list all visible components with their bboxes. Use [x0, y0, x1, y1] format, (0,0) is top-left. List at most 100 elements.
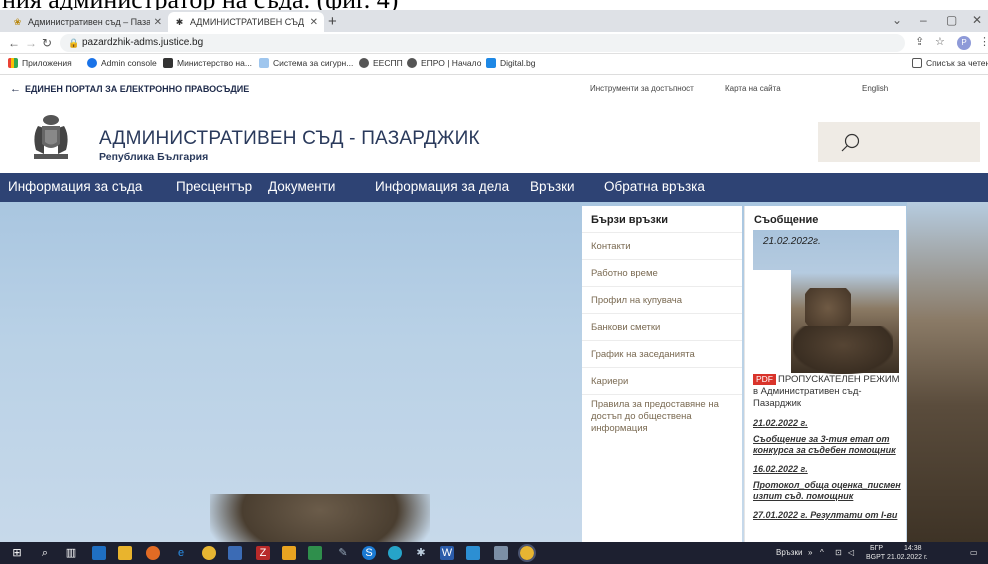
message-photo[interactable]: 21.02.2022г. — [753, 230, 899, 374]
quick-link-public-info-rules[interactable]: Правила за предоставяне на достъп до общ… — [582, 394, 742, 442]
reload-icon[interactable]: ↻ — [42, 36, 52, 50]
browser-tab-bar: ❀ Административен съд – Пазард ✕ ✱ АДМИН… — [0, 10, 988, 32]
nav-case-info[interactable]: Информация за дела — [375, 179, 509, 194]
sitemap-link[interactable]: Карта на сайта — [725, 84, 781, 93]
bookmark-ministry[interactable]: Министерство на... — [163, 58, 252, 68]
bookmark-label: Admin console — [101, 58, 157, 68]
statue-silhouette — [210, 494, 430, 542]
quick-link-hearing-schedule[interactable]: График на заседанията — [582, 340, 742, 367]
pdf-notice[interactable]: PDF ПРОПУСКАТЕЛЕН РЕЖИМ в Административен… — [753, 374, 903, 410]
coat-of-arms-logo[interactable] — [26, 114, 76, 162]
browser-tab-1[interactable]: ❀ Административен съд – Пазард ✕ — [6, 12, 168, 32]
portal-link[interactable]: ← ЕДИНЕН ПОРТАЛ ЗА ЕЛЕКТРОННО ПРАВОСЪДИЕ — [10, 83, 249, 95]
bookmark-apps[interactable]: Приложения — [8, 58, 72, 68]
bookmark-security-system[interactable]: Система за сигурн... — [259, 58, 353, 68]
input-language[interactable]: БГР — [870, 545, 883, 552]
photo-date: 21.02.2022г. — [763, 236, 821, 247]
message-link[interactable]: Протокол_обща оценка_писмен изпит съд. п… — [753, 480, 903, 502]
app-icon[interactable] — [228, 546, 242, 560]
nav-documents[interactable]: Документи — [268, 179, 335, 194]
filezilla-icon[interactable]: Z — [256, 546, 270, 560]
chevron-icon[interactable]: » — [808, 548, 812, 557]
share-icon[interactable]: ⇪ — [915, 35, 924, 48]
quick-link-working-hours[interactable]: Работно време — [582, 259, 742, 286]
message-date-link[interactable]: 16.02.2022 г. — [753, 464, 903, 475]
chrome-icon[interactable] — [202, 546, 216, 560]
court-title[interactable]: АДМИНИСТРАТИВЕН СЪД - ПАЗАРДЖИК — [99, 128, 480, 150]
tab-search-chevron-icon[interactable]: ⌄ — [892, 13, 902, 27]
message-date-link[interactable]: 21.02.2022 г. — [753, 418, 903, 429]
tray-up-icon[interactable]: ^ — [820, 548, 824, 557]
quick-link-careers[interactable]: Кариери — [582, 367, 742, 394]
close-tab-icon[interactable]: ✕ — [310, 17, 318, 28]
back-icon[interactable]: ← — [8, 36, 20, 50]
bookmark-label: ЕПРО | Начало — [421, 58, 482, 68]
nav-press-center[interactable]: Пресцентър — [176, 179, 252, 194]
chrome-active-icon[interactable] — [518, 544, 536, 562]
clock-time[interactable]: 14:38 — [904, 545, 922, 552]
file-explorer-icon[interactable] — [118, 546, 132, 560]
close-window-icon[interactable]: ✕ — [972, 13, 982, 27]
app-icon[interactable] — [388, 546, 402, 560]
new-tab-icon[interactable]: + — [328, 13, 337, 30]
bookmark-star-icon[interactable]: ☆ — [935, 35, 945, 48]
internet-explorer-icon[interactable]: e — [174, 546, 188, 560]
url-text: pazardzhik-adms.justice.bg — [82, 37, 204, 48]
menu-dots-icon[interactable]: ⋮ — [979, 35, 988, 48]
keyboard-layout[interactable]: BGPT — [866, 554, 885, 561]
maximize-icon[interactable]: ▢ — [946, 13, 957, 27]
clock-date[interactable]: 21.02.2022 г. — [887, 554, 928, 561]
bookmark-label: Система за сигурн... — [273, 58, 354, 68]
nav-court-info[interactable]: Информация за съда — [8, 179, 142, 194]
notifications-icon[interactable]: ▭ — [970, 548, 978, 557]
nav-links[interactable]: Връзки — [530, 179, 575, 194]
reading-list[interactable]: Списък за четене — [912, 58, 988, 68]
quick-link-bank-accounts[interactable]: Банкови сметки — [582, 313, 742, 340]
minimize-icon[interactable]: – — [920, 13, 927, 27]
forward-icon[interactable]: → — [25, 36, 37, 50]
main-nav: Информация за съда Пресцентър Документи … — [0, 173, 988, 202]
app-icon[interactable]: ✱ — [414, 546, 428, 560]
skype-icon[interactable]: S — [362, 546, 376, 560]
bookmark-eespp[interactable]: ЕЕСПП — [359, 58, 403, 68]
app-icon[interactable] — [494, 546, 508, 560]
crest-icon — [163, 58, 173, 68]
english-link[interactable]: English — [862, 84, 888, 93]
bookmark-label: Министерство на... — [177, 58, 252, 68]
close-tab-icon[interactable]: ✕ — [154, 17, 162, 28]
portal-title: ЕДИНЕН ПОРТАЛ ЗА ЕЛЕКТРОННО ПРАВОСЪДИЕ — [25, 84, 250, 94]
accessibility-tools-link[interactable]: Инструменти за достъпност — [590, 84, 694, 93]
app-icon[interactable] — [466, 546, 480, 560]
profile-avatar[interactable]: P — [957, 36, 971, 50]
search-icon — [841, 133, 860, 152]
network-icon[interactable]: ⊡ — [835, 548, 842, 557]
app-icon[interactable] — [92, 546, 106, 560]
task-view-icon[interactable]: ▥ — [64, 546, 78, 560]
start-windows-icon[interactable]: ⊞ — [10, 546, 24, 560]
digital-icon — [486, 58, 496, 68]
url-field[interactable]: 🔒 pazardzhik-adms.justice.bg — [60, 34, 905, 52]
app-icon[interactable]: ✎ — [336, 546, 350, 560]
bookmark-epro[interactable]: ЕПРО | Начало — [407, 58, 481, 68]
excel-icon[interactable] — [308, 546, 322, 560]
message-link[interactable]: Съобщение за 3-тия етап от конкурса за с… — [753, 434, 903, 456]
quick-link-contacts[interactable]: Контакти — [582, 232, 742, 259]
bookmark-label: Приложения — [22, 58, 72, 68]
admin-icon — [87, 58, 97, 68]
word-icon[interactable]: W — [440, 546, 454, 560]
bookmark-digital-bg[interactable]: Digital.bg — [486, 58, 535, 68]
search-icon[interactable]: ⌕ — [38, 546, 52, 560]
taskbar-links-toolbar[interactable]: Връзки — [776, 548, 802, 557]
browser-tab-2-active[interactable]: ✱ АДМИНИСТРАТИВЕН СЪД ПАЗ ✕ — [168, 12, 324, 32]
nav-feedback[interactable]: Обратна връзка — [604, 179, 705, 194]
statue-body — [793, 326, 893, 374]
message-date-link[interactable]: 27.01.2022 г. Резултати от I-ви — [753, 510, 903, 521]
message-title: Съобщение — [754, 214, 819, 226]
bookmark-admin-console[interactable]: Admin console — [87, 58, 157, 68]
search-box[interactable] — [818, 122, 980, 162]
volume-icon[interactable]: ◁ — [848, 548, 854, 557]
quick-link-buyer-profile[interactable]: Профил на купувача — [582, 286, 742, 313]
firefox-icon[interactable] — [146, 546, 160, 560]
court-header: АДМИНИСТРАТИВЕН СЪД - ПАЗАРДЖИК Републик… — [0, 102, 988, 173]
app-icon[interactable] — [282, 546, 296, 560]
